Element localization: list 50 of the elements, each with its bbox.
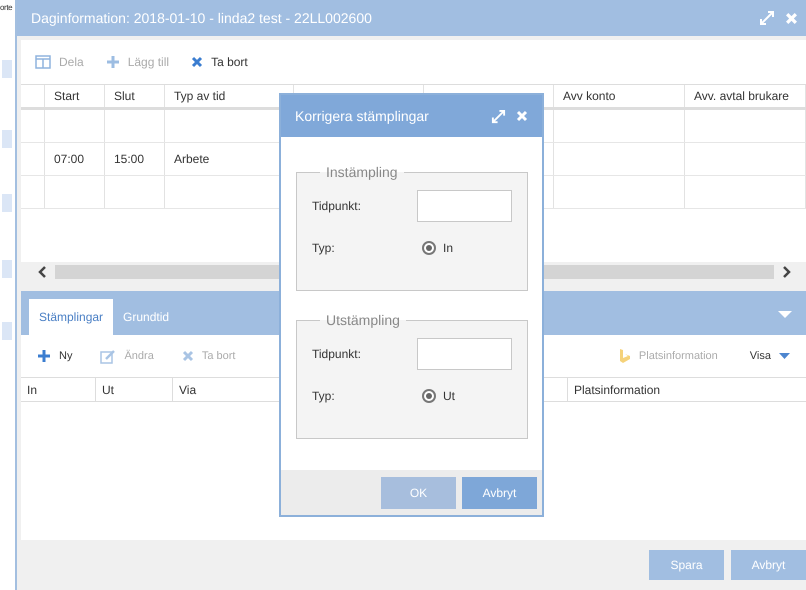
caret-icon [779, 352, 790, 360]
row-highlight [2, 322, 12, 340]
radio-button[interactable]: Ut [417, 389, 455, 403]
caret-icon[interactable] [778, 311, 792, 319]
tab[interactable]: Grundtid [113, 299, 180, 335]
column-header: Platsinformation [573, 382, 662, 398]
time-input-field[interactable] [417, 338, 512, 370]
column-header: Ut [96, 378, 173, 401]
row-highlight [2, 194, 12, 212]
row-highlight [2, 60, 12, 78]
row-highlight [2, 260, 12, 278]
column-header: Slut [105, 85, 165, 107]
toolbar-button[interactable]: Ta bort [191, 55, 248, 69]
delete-icon [191, 56, 204, 68]
field-label: Typ: [312, 241, 336, 255]
footer-button[interactable]: Spara [649, 550, 724, 580]
row-highlight [2, 130, 12, 148]
field-label: Typ: [312, 389, 336, 403]
window-title: Daginformation: 2018-01-10 - linda2 test - 22LL002600 [31, 10, 373, 26]
edit-icon [100, 348, 116, 364]
column-header: Avv konto [554, 85, 685, 107]
view-menu[interactable]: Visa [750, 350, 790, 362]
columns-icon [35, 55, 51, 69]
modal-title: Korrigera stämplingar [295, 108, 430, 124]
field-label: Tidpunkt: [312, 199, 362, 213]
field-label: Tidpunkt: [312, 347, 362, 361]
toolbar-button[interactable]: Ny [37, 349, 72, 363]
maximize-icon[interactable] [491, 108, 506, 124]
tab[interactable]: Stämplingar [29, 299, 114, 335]
column-header: In [21, 378, 96, 401]
radio-button[interactable]: In [417, 241, 454, 255]
maximize-icon[interactable] [759, 10, 775, 26]
group-legend: Utstämpling [320, 312, 406, 328]
table-cell: 07:00 [45, 143, 105, 175]
plus-icon [106, 55, 120, 69]
plus-icon [37, 349, 51, 363]
close-icon[interactable] [785, 12, 798, 24]
group-legend: Instämpling [320, 164, 404, 180]
scroll-right-icon[interactable] [782, 266, 792, 278]
delete-icon [182, 350, 194, 362]
close-icon[interactable] [516, 110, 528, 122]
scroll-left-icon[interactable] [37, 266, 47, 278]
dialog-button[interactable]: Avbryt [462, 476, 537, 508]
table-cell: 15:00 [105, 143, 165, 175]
column-header: Avv. avtal brukare [685, 85, 806, 107]
footer-button[interactable]: Avbryt [731, 550, 806, 580]
brand-icon [618, 348, 631, 364]
time-input-field[interactable] [417, 190, 512, 222]
page-text: orte [0, 3, 12, 12]
column-header: Start [45, 85, 105, 107]
